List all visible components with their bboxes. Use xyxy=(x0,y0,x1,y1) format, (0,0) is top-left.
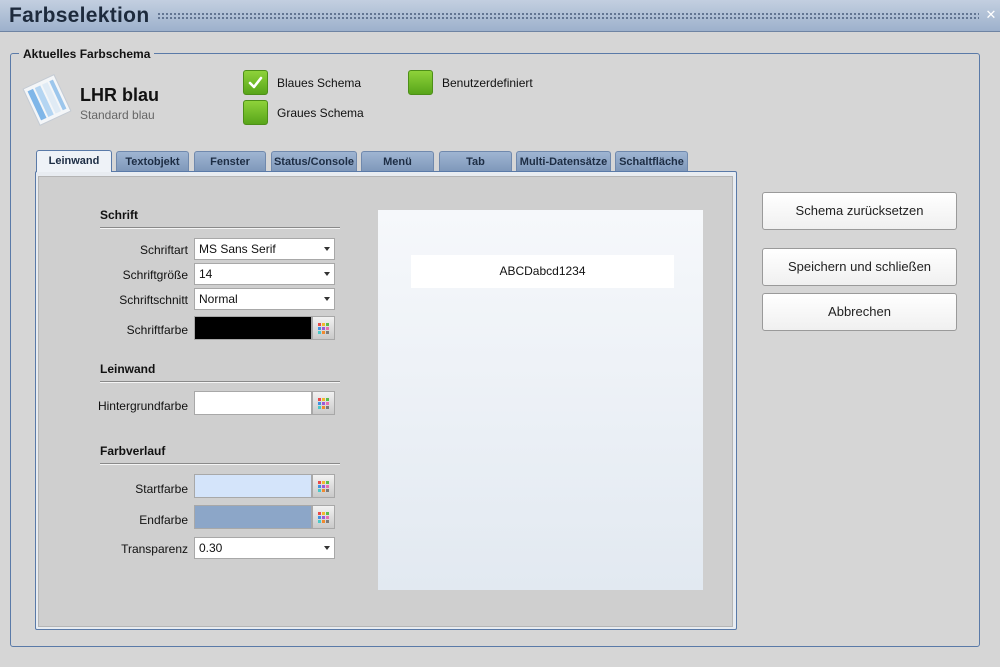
section-font-heading: Schrift xyxy=(100,208,340,229)
tab-schaltflaeche[interactable]: Schaltfläche xyxy=(615,151,688,171)
option-custom-scheme[interactable]: Benutzerdefiniert xyxy=(408,70,533,95)
font-style-label: Schriftschnitt xyxy=(119,293,188,307)
end-color-label: Endfarbe xyxy=(139,513,188,527)
font-family-label: Schriftart xyxy=(139,243,188,257)
tab-multi-datensaetze[interactable]: Multi-Datensätze xyxy=(516,151,611,171)
cancel-button[interactable]: Abbrechen xyxy=(762,293,957,331)
end-color-swatch[interactable] xyxy=(194,505,312,529)
font-color-label: Schriftfarbe xyxy=(126,323,188,337)
font-size-label: Schriftgröße xyxy=(122,268,188,282)
option-custom-label: Benutzerdefiniert xyxy=(442,75,533,90)
window-title: Farbselektion xyxy=(9,4,150,27)
tab-tab[interactable]: Tab xyxy=(439,151,512,171)
section-gradient-heading: Farbverlauf xyxy=(100,444,340,465)
scheme-name: LHR blau xyxy=(80,85,159,105)
checkbox-custom-scheme[interactable] xyxy=(408,70,433,95)
section-canvas-heading: Leinwand xyxy=(100,362,340,383)
group-legend: Aktuelles Farbschema xyxy=(19,47,155,61)
preview-text-box: ABCDabcd1234 xyxy=(411,255,674,288)
font-color-swatch[interactable] xyxy=(194,316,312,340)
save-and-close-button[interactable]: Speichern und schließen xyxy=(762,248,957,286)
palette-icon[interactable] xyxy=(312,316,335,340)
checkbox-grey-scheme[interactable] xyxy=(243,100,268,125)
font-style-value: Normal xyxy=(199,292,238,306)
start-color-swatch[interactable] xyxy=(194,474,312,498)
chevron-down-icon xyxy=(324,546,330,550)
reset-scheme-button[interactable]: Schema zurücksetzen xyxy=(762,192,957,230)
option-blue-label: Blaues Schema xyxy=(277,75,362,90)
transparency-value: 0.30 xyxy=(199,541,223,555)
font-family-value: MS Sans Serif xyxy=(199,242,276,256)
tab-fenster[interactable]: Fenster xyxy=(194,151,266,171)
chevron-down-icon xyxy=(324,272,330,276)
font-size-value: 14 xyxy=(199,267,213,281)
start-color-label: Startfarbe xyxy=(135,482,188,496)
scheme-logo-icon xyxy=(22,74,72,126)
tab-textobjekt[interactable]: Textobjekt xyxy=(116,151,189,171)
option-grey-scheme[interactable]: Graues Schema xyxy=(243,100,364,125)
transparency-select[interactable]: 0.30 xyxy=(194,537,335,559)
palette-icon[interactable] xyxy=(312,391,335,415)
font-size-select[interactable]: 14 xyxy=(194,263,335,285)
chevron-down-icon xyxy=(324,297,330,301)
checkmark-icon xyxy=(248,76,263,89)
chevron-down-icon xyxy=(324,247,330,251)
palette-icon[interactable] xyxy=(312,505,335,529)
option-blue-scheme[interactable]: Blaues Schema xyxy=(243,70,361,95)
font-family-select[interactable]: MS Sans Serif xyxy=(194,238,335,260)
background-color-label: Hintergrundfarbe xyxy=(97,399,188,413)
tab-leinwand[interactable]: Leinwand xyxy=(36,150,112,172)
palette-icon[interactable] xyxy=(312,474,335,498)
font-style-select[interactable]: Normal xyxy=(194,288,335,310)
transparency-label: Transparenz xyxy=(121,542,188,556)
option-grey-label: Graues Schema xyxy=(277,105,364,120)
background-color-swatch[interactable] xyxy=(194,391,312,415)
title-bar-grip xyxy=(157,12,979,21)
checkbox-blue-scheme[interactable] xyxy=(243,70,268,95)
tab-menu[interactable]: Menü xyxy=(361,151,434,171)
close-icon[interactable]: ✕ xyxy=(984,8,998,22)
tab-status-console[interactable]: Status/Console xyxy=(271,151,357,171)
title-bar[interactable]: Farbselektion ✕ xyxy=(0,0,1000,32)
scheme-subtitle: Standard blau xyxy=(80,108,155,122)
